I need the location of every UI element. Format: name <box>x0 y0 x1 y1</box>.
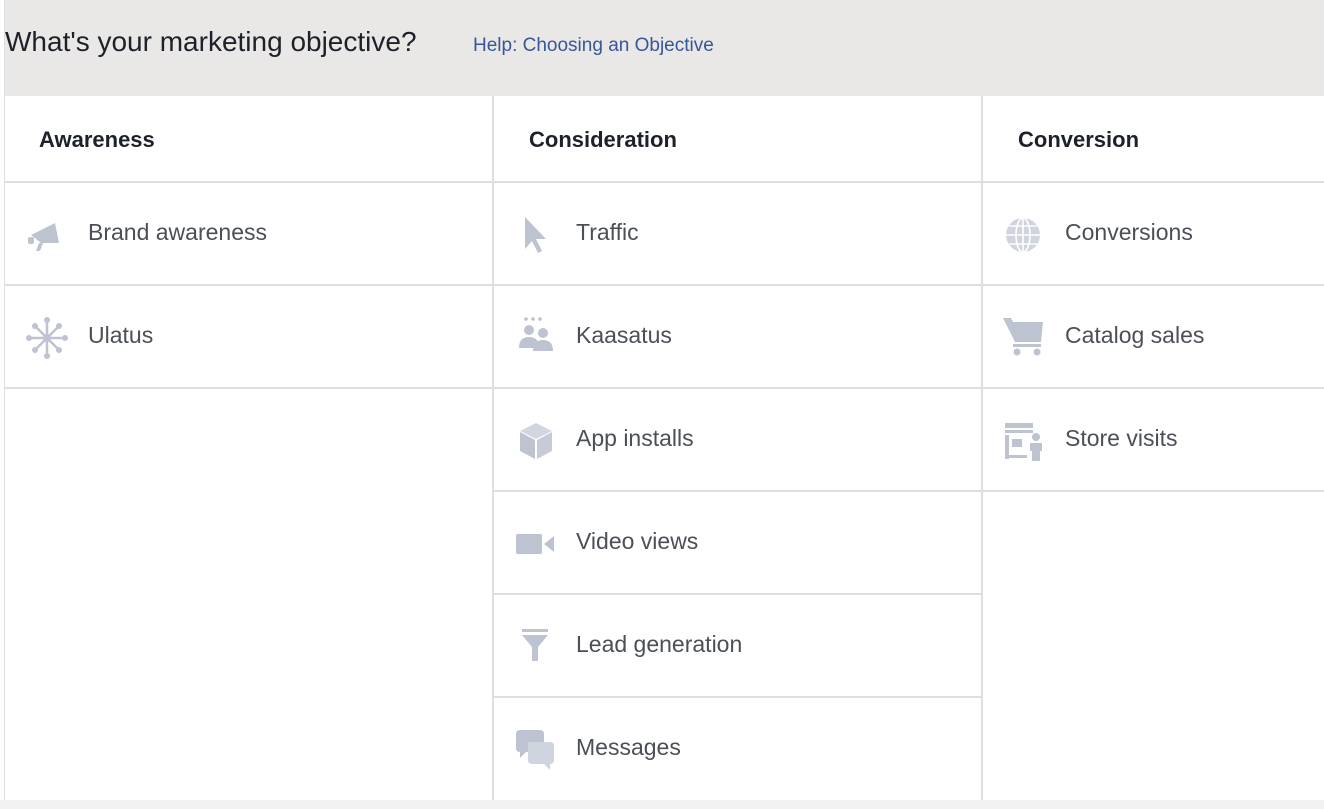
objective-label: Ulatus <box>88 322 154 348</box>
column-title: Awareness <box>39 127 155 152</box>
column-header: Conversion <box>983 96 1324 183</box>
objective-label: Video views <box>576 528 699 554</box>
bottom-edge <box>0 800 1324 809</box>
store-icon <box>1005 423 1042 461</box>
objective-store-visits[interactable]: Store visits <box>983 389 1324 492</box>
objective-reach[interactable]: Ulatus <box>5 286 492 389</box>
objective-label: App installs <box>576 425 694 451</box>
funnel-icon <box>522 629 548 661</box>
objective-panel: What's your marketing objective? Help: C… <box>0 0 1324 809</box>
cursor-icon <box>525 217 546 253</box>
objective-traffic[interactable]: Traffic <box>494 183 981 286</box>
column-title: Consideration <box>529 127 677 152</box>
objective-video-views[interactable]: Video views <box>494 492 981 595</box>
shopping-cart-icon <box>1003 318 1043 356</box>
objective-label: Store visits <box>1065 425 1178 451</box>
reach-network-icon <box>26 317 68 359</box>
help-choosing-objective-link[interactable]: Help: Choosing an Objective <box>473 35 714 57</box>
objective-label: Traffic <box>576 219 639 245</box>
globe-icon <box>1006 217 1040 253</box>
column-consideration: Consideration Traffic Kaasatus App insta… <box>494 96 981 800</box>
chat-bubbles-icon <box>516 730 554 770</box>
objective-label: Catalog sales <box>1065 322 1205 348</box>
objective-lead-generation[interactable]: Lead generation <box>494 595 981 698</box>
objective-brand-awareness[interactable]: Brand awareness <box>5 183 492 286</box>
video-camera-icon <box>516 534 554 554</box>
objective-label: Brand awareness <box>88 219 267 245</box>
objective-conversions[interactable]: Conversions <box>983 183 1324 286</box>
objective-engagement[interactable]: Kaasatus <box>494 286 981 389</box>
column-awareness: Awareness Brand awareness Ulatus <box>5 96 492 800</box>
objective-header: What's your marketing objective? Help: C… <box>5 0 1324 96</box>
objective-label: Kaasatus <box>576 322 672 348</box>
page-title: What's your marketing objective? <box>5 26 417 57</box>
people-icon <box>519 317 553 351</box>
column-header: Consideration <box>494 96 981 183</box>
column-header: Awareness <box>5 96 492 183</box>
objective-app-installs[interactable]: App installs <box>494 389 981 492</box>
objective-label: Messages <box>576 734 681 760</box>
objective-label: Conversions <box>1065 219 1193 245</box>
objective-messages[interactable]: Messages <box>494 698 981 799</box>
column-conversion: Conversion Conversions Catalog sales Sto… <box>983 96 1324 800</box>
column-title: Conversion <box>1018 127 1140 152</box>
box-icon <box>520 423 552 459</box>
objective-label: Lead generation <box>576 631 743 657</box>
objective-catalog-sales[interactable]: Catalog sales <box>983 286 1324 389</box>
megaphone-icon <box>28 223 59 251</box>
